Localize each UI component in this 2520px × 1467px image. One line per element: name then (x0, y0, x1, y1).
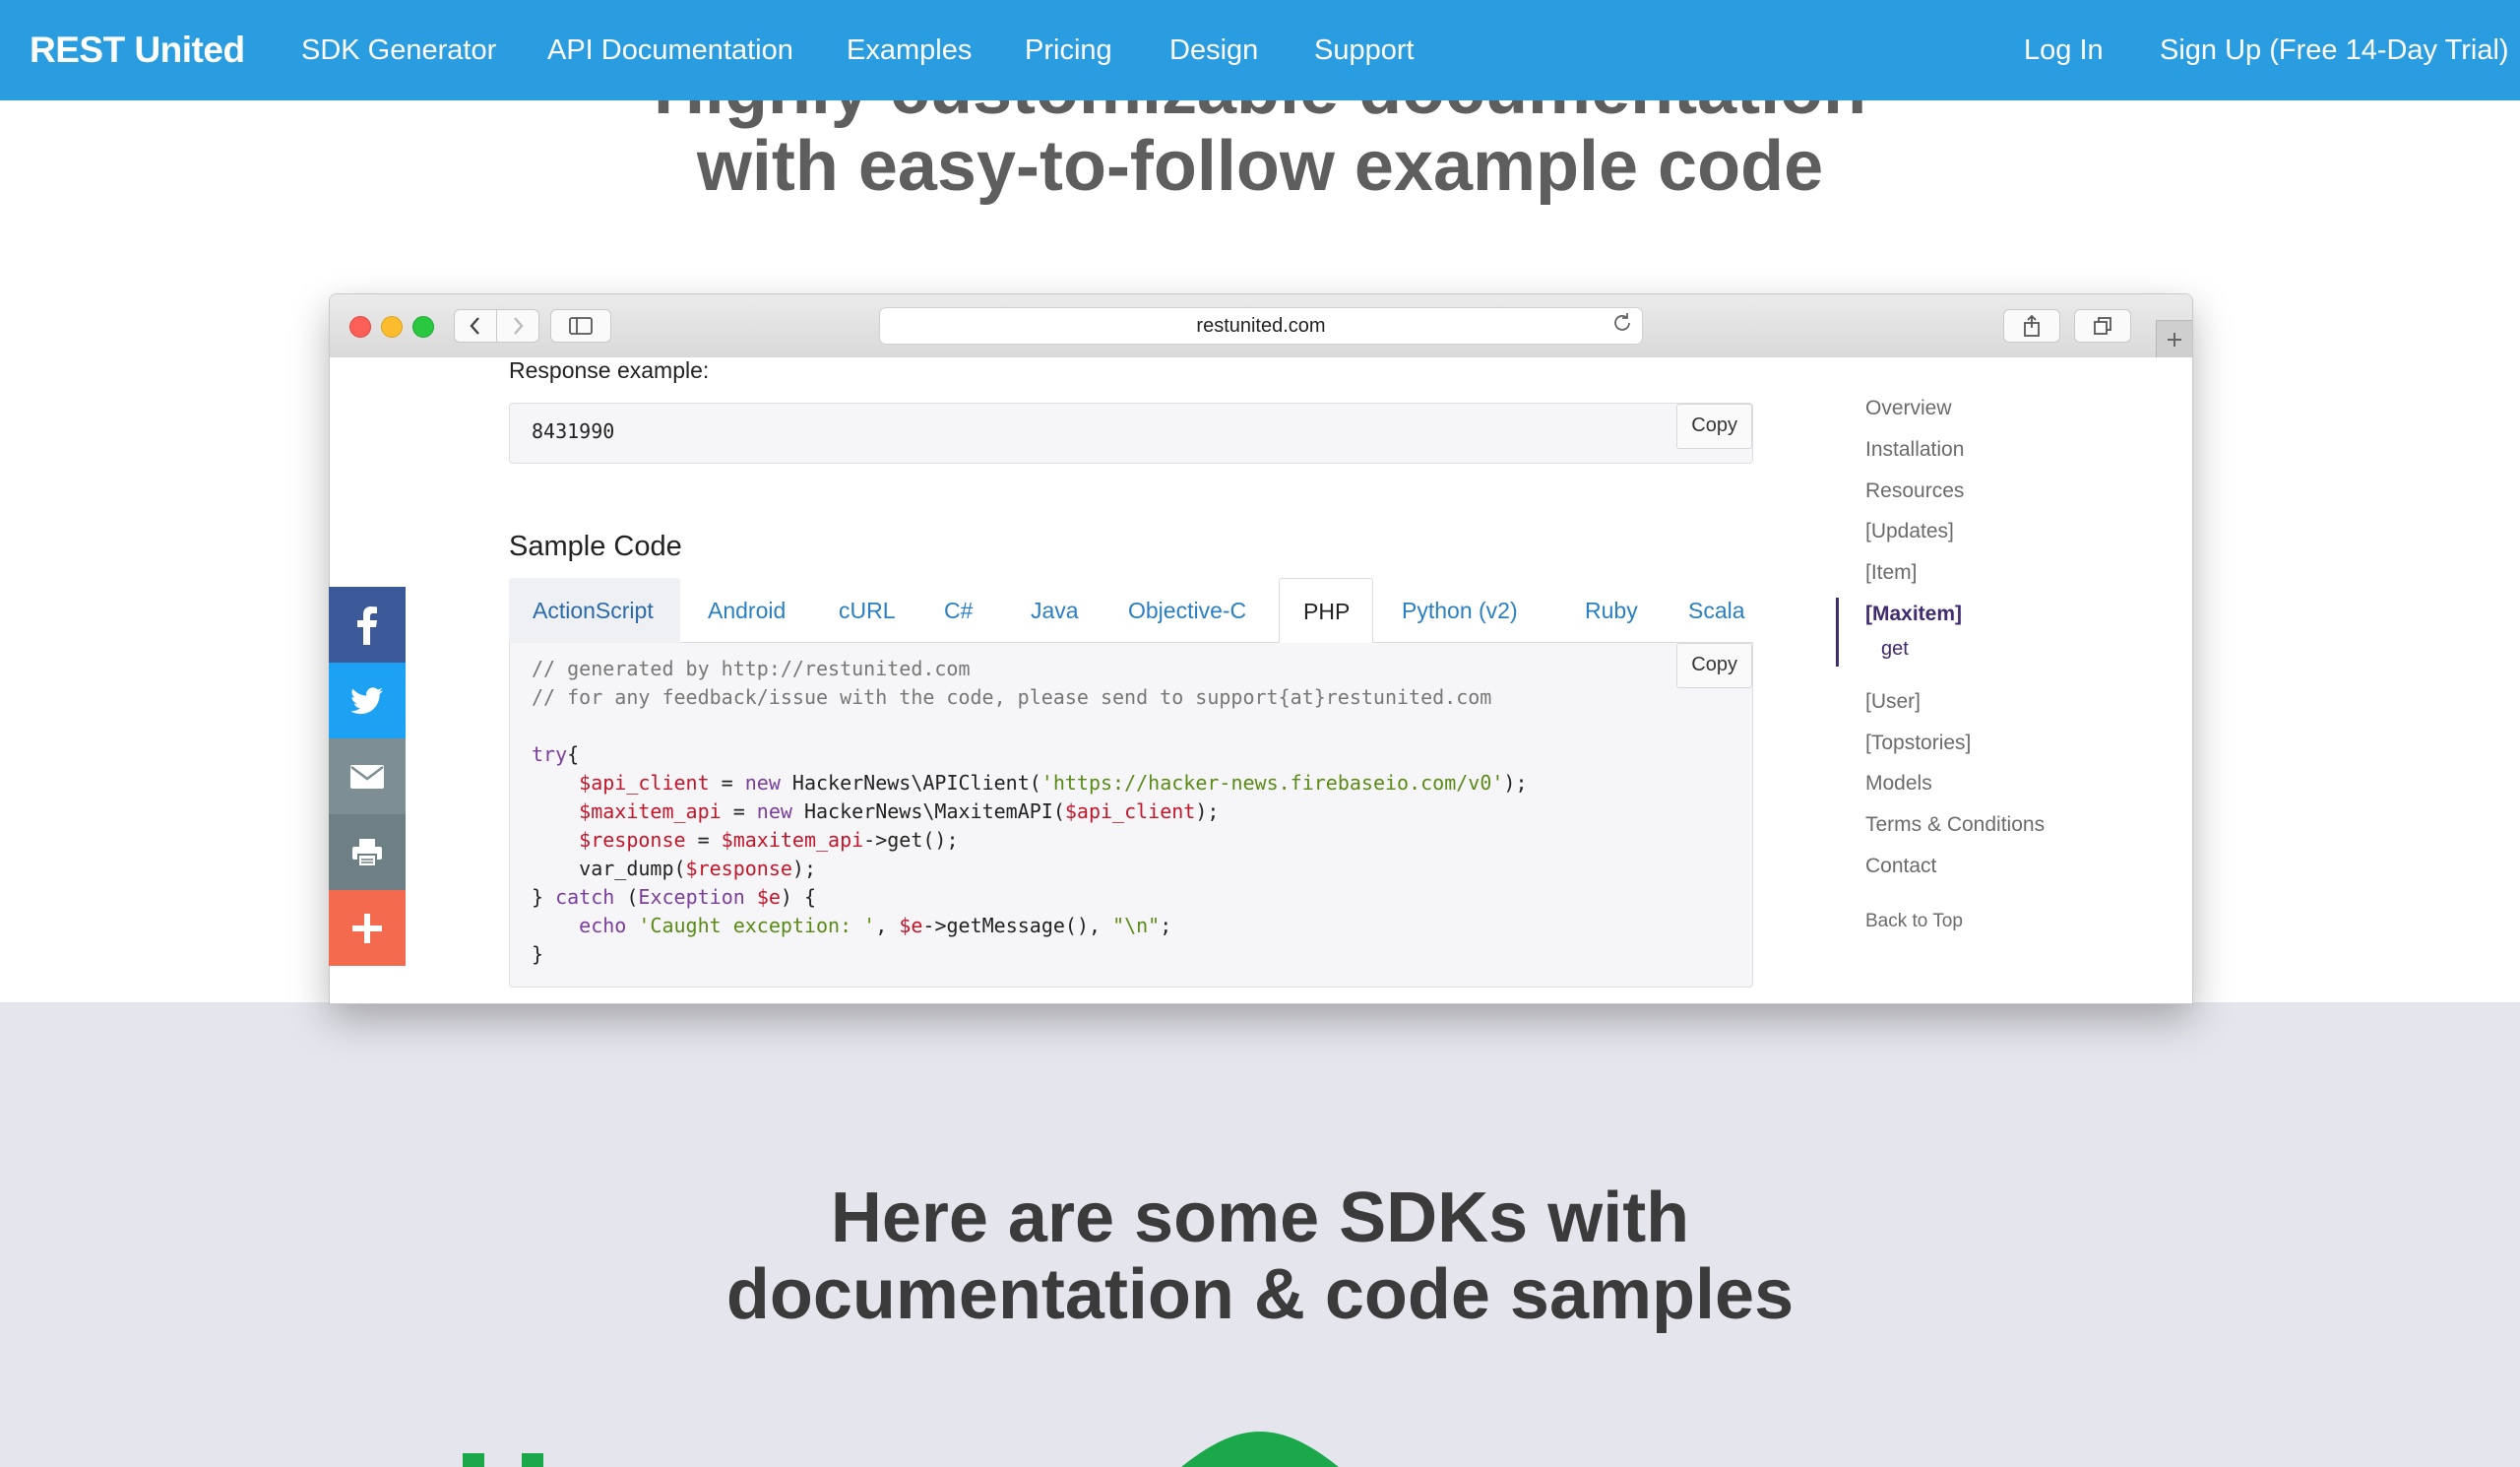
tab-scala[interactable]: Scala (1665, 578, 1769, 643)
forward-button[interactable] (496, 309, 539, 343)
sample-code-heading: Sample Code (509, 531, 682, 562)
sdk-showcase-heading: Here are some SDKs with documentation & … (0, 1180, 2520, 1333)
nav-pricing[interactable]: Pricing (1025, 0, 1112, 100)
toc-resources[interactable]: Resources (1865, 479, 1964, 503)
tab-csharp[interactable]: C# (920, 578, 996, 643)
tabs-icon (2094, 317, 2111, 335)
toc-installation[interactable]: Installation (1865, 438, 1964, 462)
toc-active-indicator (1836, 598, 1839, 667)
sidebar-toggle-button[interactable] (550, 309, 611, 343)
nav-sdk-generator[interactable]: SDK Generator (301, 0, 496, 100)
sdk-logo-partial (463, 1453, 543, 1467)
toc-overview[interactable]: Overview (1865, 397, 1952, 420)
twitter-share-button[interactable] (329, 663, 406, 738)
toc-back-to-top[interactable]: Back to Top (1865, 911, 1963, 932)
tab-actionscript[interactable]: ActionScript (509, 578, 680, 643)
tab-php[interactable]: PHP (1279, 578, 1373, 644)
facebook-icon (357, 606, 377, 645)
print-share-button[interactable] (329, 814, 406, 890)
chevron-right-icon (514, 317, 524, 335)
close-window-dot[interactable] (349, 316, 371, 338)
response-value: 8431990 (532, 419, 615, 443)
email-icon (350, 764, 384, 789)
response-example-box: 8431990 Copy (509, 403, 1753, 464)
documentation-page: Response example: 8431990 Copy Sample Co… (330, 357, 2192, 1003)
share-page-button[interactable] (2003, 309, 2060, 343)
signup-link[interactable]: Sign Up (Free 14-Day Trial) (2160, 0, 2509, 100)
toc-user[interactable]: [User] (1865, 690, 1921, 714)
language-tabs: ActionScript Android cURL C# Java Object… (509, 578, 1753, 644)
copy-response-button[interactable]: Copy (1676, 404, 1752, 449)
toc-updates[interactable]: [Updates] (1865, 520, 1954, 543)
chevron-left-icon (470, 317, 479, 335)
back-button[interactable] (454, 309, 497, 343)
share-icon (2024, 315, 2040, 337)
code-sample-box: Copy // generated by http://restunited.c… (509, 643, 1753, 988)
browser-toolbar: restunited.com (330, 294, 2192, 358)
tab-python-v2[interactable]: Python (v2) (1378, 578, 1542, 643)
nav-design[interactable]: Design (1169, 0, 1258, 100)
address-bar[interactable]: restunited.com (879, 307, 1643, 345)
tabs-overview-button[interactable] (2074, 309, 2131, 343)
twitter-icon (350, 686, 383, 714)
tab-android[interactable]: Android (684, 578, 809, 643)
top-navbar: REST United SDK Generator API Documentat… (0, 0, 2520, 100)
response-example-label: Response example: (509, 357, 710, 383)
toc-maxitem[interactable]: [Maxitem] (1865, 603, 1962, 626)
minimize-window-dot[interactable] (381, 316, 403, 338)
sdk-showcase-section: Here are some SDKs with documentation & … (0, 1002, 2520, 1467)
browser-mockup: restunited.com Response example: 8431990… (329, 293, 2193, 1004)
nav-examples[interactable]: Examples (847, 0, 972, 100)
nav-support[interactable]: Support (1314, 0, 1415, 100)
tab-java[interactable]: Java (1007, 578, 1102, 643)
toc-item[interactable]: [Item] (1865, 561, 1918, 585)
sidebar-icon (569, 317, 593, 335)
tab-objective-c[interactable]: Objective-C (1104, 578, 1270, 643)
sdk-showcase-heading-line1: Here are some SDKs with (830, 1179, 1690, 1257)
nav-api-documentation[interactable]: API Documentation (547, 0, 793, 100)
toc-terms-conditions[interactable]: Terms & Conditions (1865, 813, 2045, 837)
facebook-share-button[interactable] (329, 587, 406, 663)
email-share-button[interactable] (329, 738, 406, 814)
brand-logo[interactable]: REST United (30, 0, 245, 100)
toc-maxitem-get[interactable]: get (1881, 638, 1909, 661)
more-share-button[interactable] (329, 890, 406, 966)
android-logo-partial (1181, 1432, 1339, 1467)
tab-ruby[interactable]: Ruby (1561, 578, 1662, 643)
print-icon (352, 838, 382, 867)
plus-icon (2168, 333, 2181, 347)
plus-icon (352, 913, 382, 943)
tab-curl[interactable]: cURL (815, 578, 919, 643)
toc-topstories[interactable]: [Topstories] (1865, 732, 1971, 755)
reload-icon[interactable] (1612, 308, 1632, 344)
toc-contact[interactable]: Contact (1865, 855, 1936, 878)
url-text: restunited.com (1196, 315, 1326, 337)
php-code: // generated by http://restunited.com //… (532, 657, 1528, 966)
login-link[interactable]: Log In (2024, 0, 2104, 100)
sdk-showcase-heading-line2: documentation & code samples (725, 1255, 1795, 1334)
toc-models[interactable]: Models (1865, 772, 1932, 796)
new-tab-button[interactable] (2156, 320, 2192, 358)
copy-code-button[interactable]: Copy (1676, 643, 1752, 688)
maximize-window-dot[interactable] (412, 316, 434, 338)
hero-heading-line2: with easy-to-follow example code (696, 127, 1824, 206)
